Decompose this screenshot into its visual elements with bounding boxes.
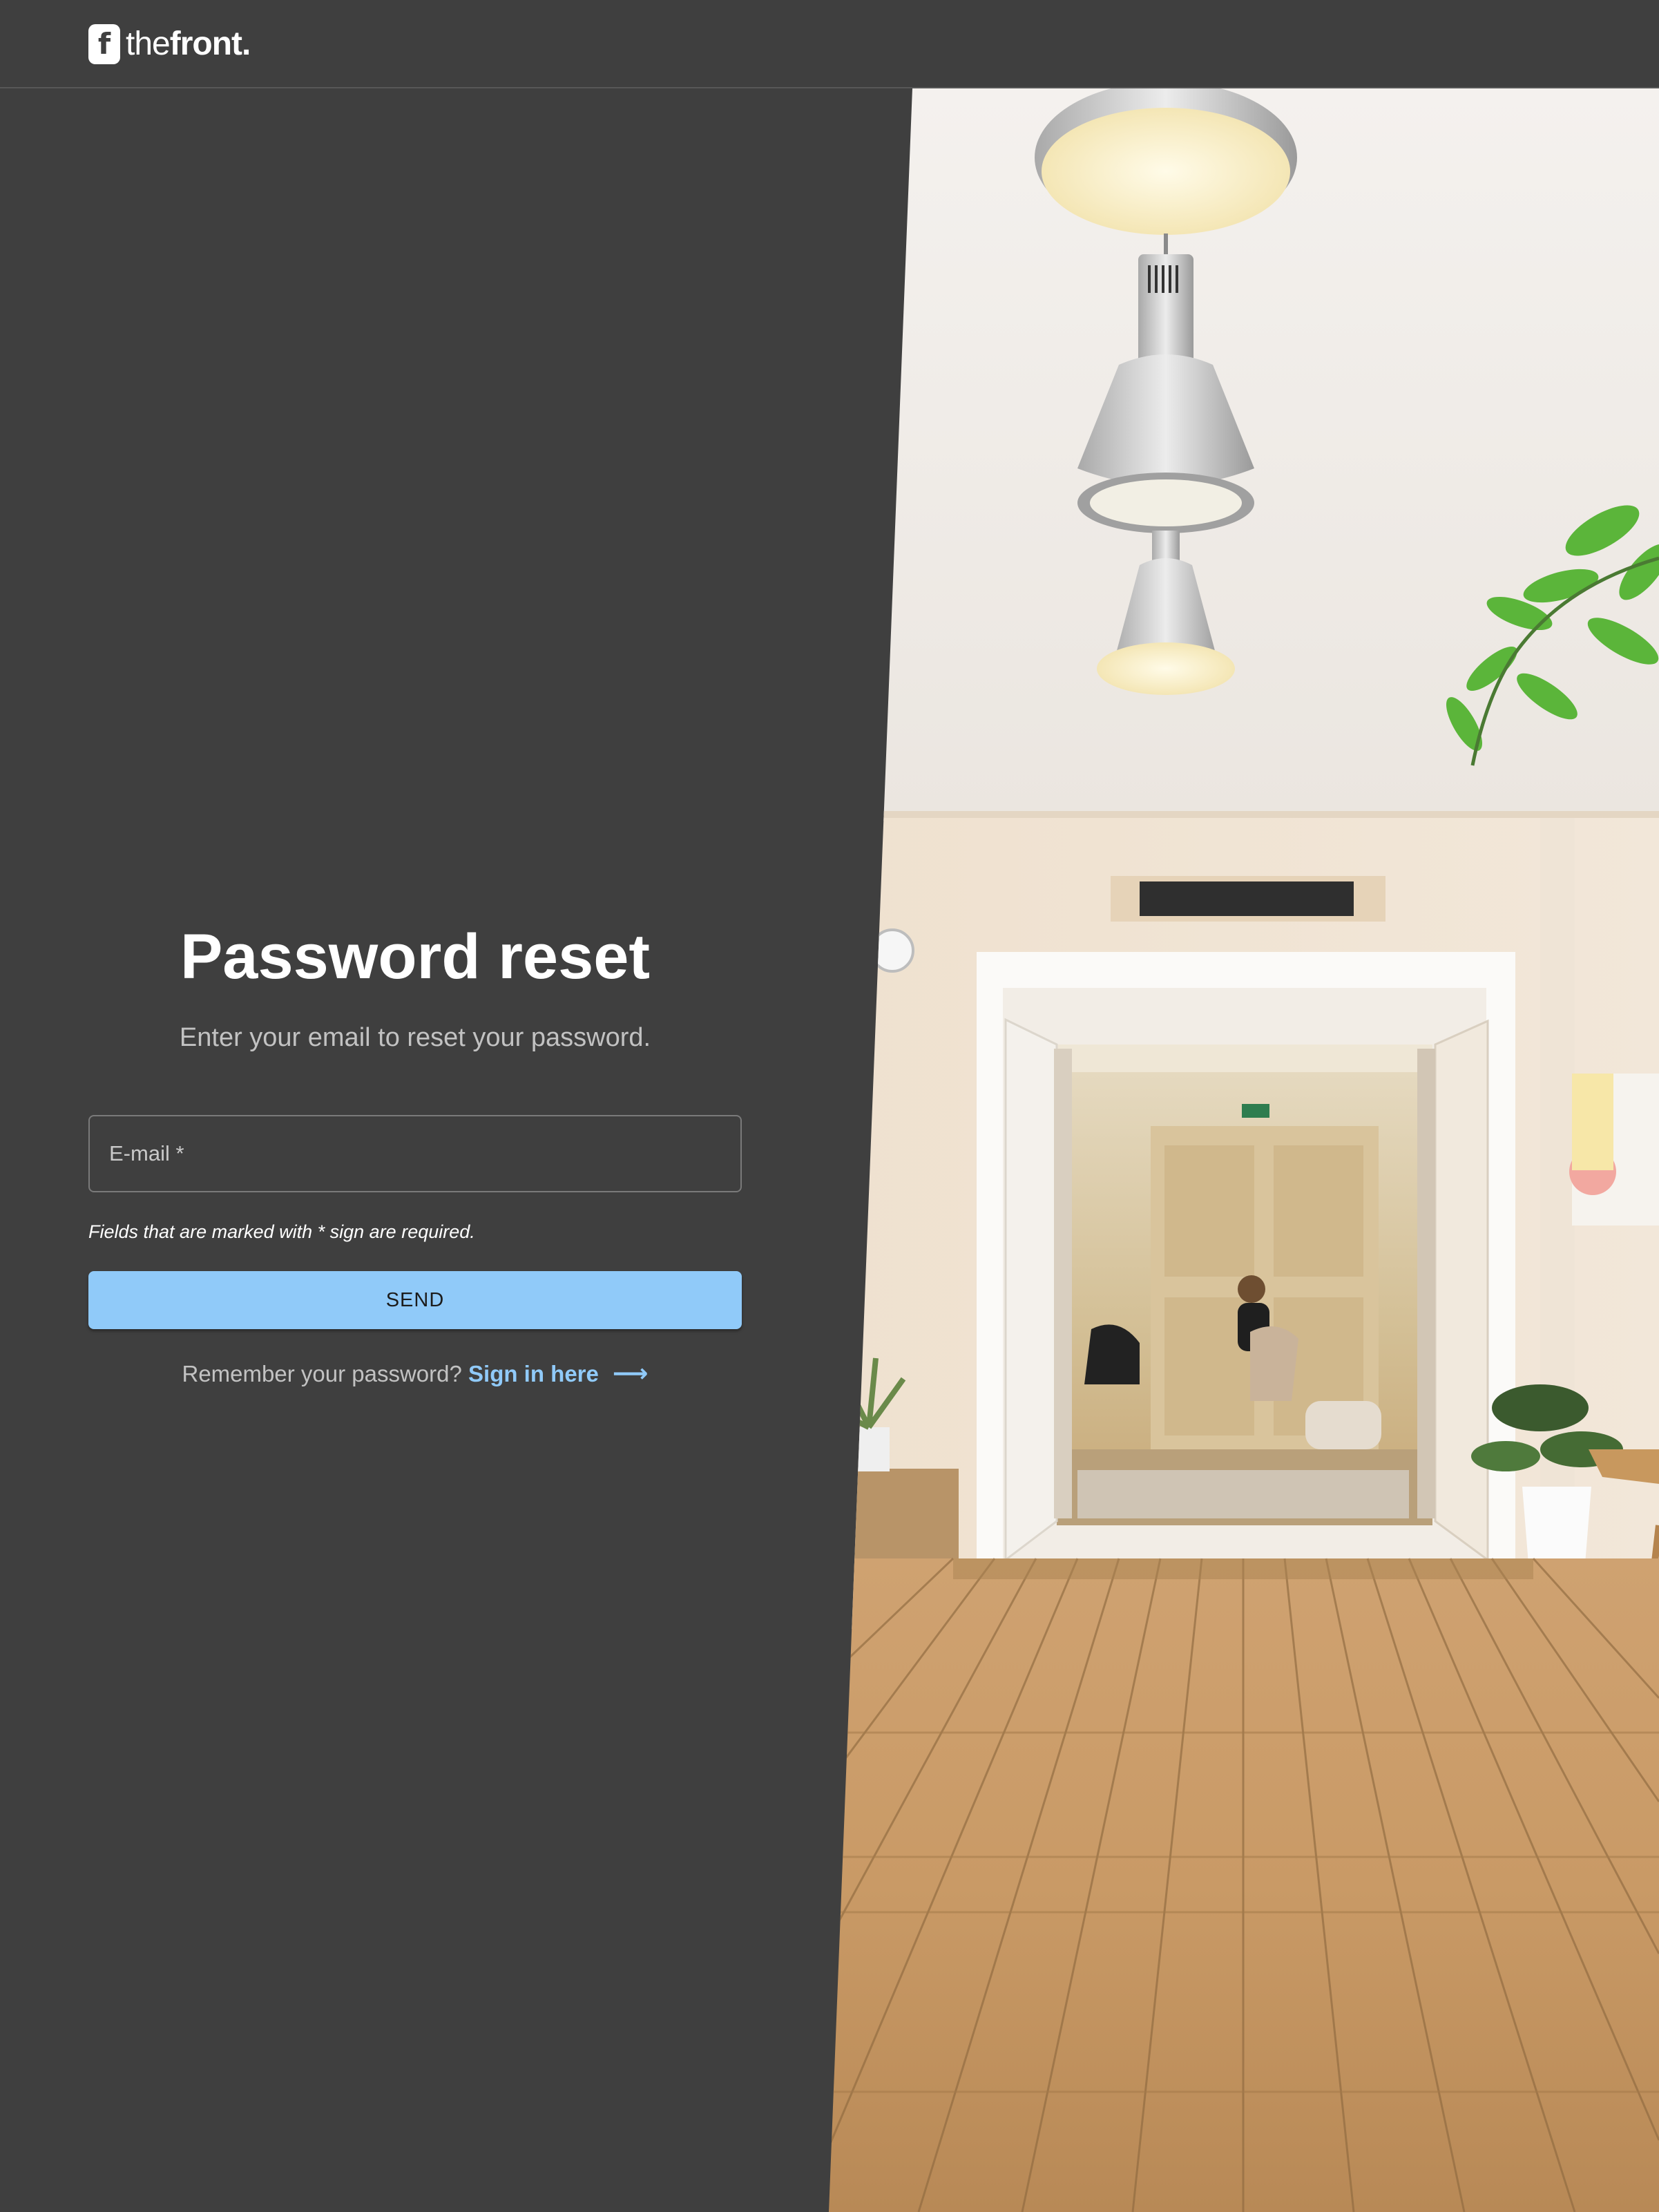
top-bar: f thefront.: [0, 0, 1659, 88]
required-fields-note: Fields that are marked with * sign are r…: [88, 1221, 475, 1242]
logo-mark-icon: f: [88, 24, 120, 64]
password-reset-form: Password reset Enter your email to reset…: [88, 912, 742, 1391]
sign-in-link-label: Sign in here: [468, 1361, 599, 1386]
arrow-right-icon: ⟶: [612, 1360, 649, 1388]
remember-password-text: Remember your password?: [182, 1361, 462, 1386]
sign-in-link[interactable]: Sign in here ⟶: [468, 1360, 649, 1388]
page-subtitle: Enter your email to reset your password.: [179, 1023, 651, 1052]
email-field-container: [88, 1115, 742, 1192]
send-button[interactable]: SEND: [88, 1271, 742, 1329]
password-reset-page: f thefront. Password reset Enter your em…: [0, 0, 1659, 2212]
page-title: Password reset: [180, 922, 651, 992]
logo-text-light: the: [126, 26, 171, 62]
logo-text-bold: front.: [169, 26, 251, 62]
logo-text: thefront.: [126, 26, 251, 62]
email-input[interactable]: [90, 1116, 740, 1191]
logo-mark-letter: f: [97, 27, 111, 61]
remember-password-row: Remember your password? Sign in here ⟶: [88, 1357, 742, 1391]
office-hallway-image: [829, 88, 1659, 2212]
brand-logo[interactable]: f thefront.: [88, 23, 251, 65]
